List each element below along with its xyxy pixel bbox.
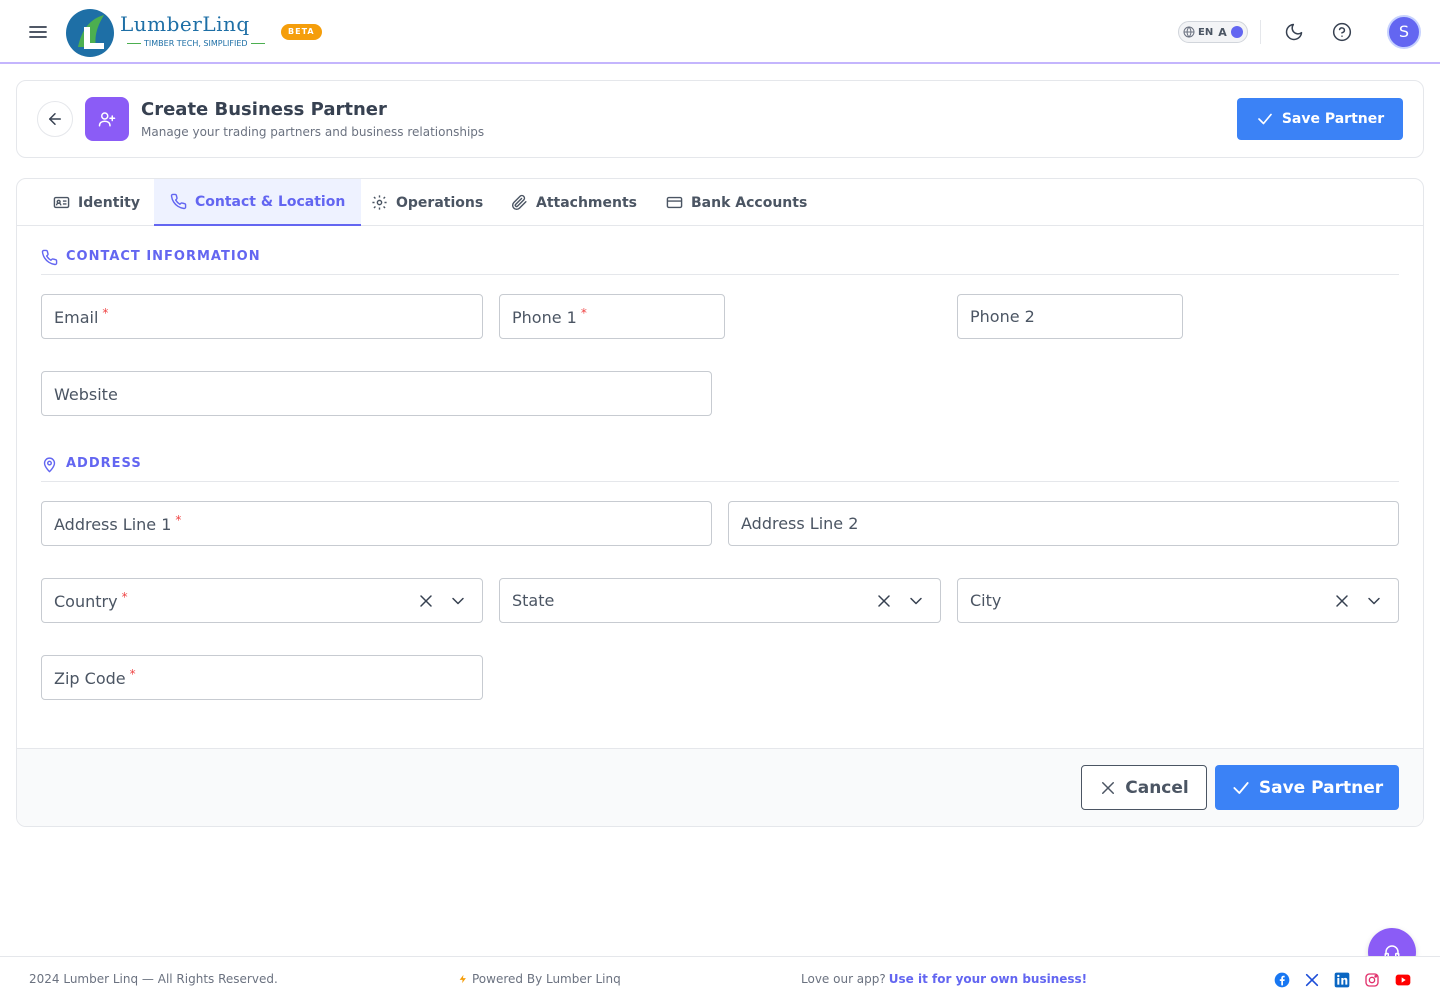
brand-name: LumberLinq [120, 12, 250, 36]
moon-icon[interactable] [1281, 19, 1307, 45]
help-icon[interactable] [1329, 19, 1355, 45]
field-label: Zip Code * [54, 667, 136, 688]
tab-operations[interactable]: Operations [355, 179, 499, 226]
id-card-icon [53, 196, 70, 209]
chevron-down-icon[interactable] [1364, 591, 1384, 611]
page-footer: 2024 Lumber Linq — All Rights Reserved. … [0, 956, 1440, 1000]
tab-label: Attachments [536, 194, 638, 211]
x-icon[interactable] [1304, 972, 1320, 988]
field-label: Phone 1 * [512, 306, 587, 327]
required-mark: * [175, 513, 182, 527]
address-section-header: ADDRESS [41, 456, 1399, 482]
instagram-icon[interactable] [1364, 972, 1380, 988]
website-field[interactable]: Website [41, 371, 712, 416]
phone-icon [170, 193, 187, 210]
map-pin-icon [43, 457, 56, 473]
tab-label: Operations [396, 194, 484, 211]
partner-form: Identity Contact & Location Operations A… [16, 178, 1424, 827]
language-code: EN [1198, 26, 1214, 38]
tab-contact-location[interactable]: Contact & Location [154, 179, 362, 226]
gear-icon [372, 195, 387, 210]
check-icon [1233, 781, 1249, 794]
field-label: Website [54, 385, 118, 404]
chevron-down-icon[interactable] [906, 591, 926, 611]
promo: Love our app? Use it for your own busines… [801, 972, 1087, 986]
brand-tagline: TIMBER TECH, SIMPLIFIED [124, 39, 268, 48]
field-label: State [512, 591, 555, 610]
close-icon[interactable] [416, 591, 436, 611]
form-actions: Cancel Save Partner [17, 748, 1423, 826]
field-label: Email * [54, 306, 109, 327]
check-icon [1258, 113, 1272, 125]
toggle-knob [1231, 26, 1243, 38]
tab-bar: Identity Contact & Location Operations A… [17, 179, 1423, 226]
top-navbar: LumberLinq TIMBER TECH, SIMPLIFIED BETA … [0, 0, 1440, 64]
required-mark: * [129, 667, 136, 681]
field-label: City [970, 591, 1002, 610]
powered-by: Powered By Lumber Linq [458, 972, 621, 986]
paperclip-icon [511, 194, 527, 211]
powered-by-text: Powered By Lumber Linq [472, 972, 621, 986]
page-title: Create Business Partner [141, 99, 387, 120]
contact-section-header: CONTACT INFORMATION [41, 249, 1399, 275]
beta-badge: BETA [281, 24, 322, 40]
language-alt: A [1218, 25, 1227, 39]
close-icon [1102, 781, 1115, 794]
arrow-left-icon [49, 113, 61, 125]
tab-attachments[interactable]: Attachments [495, 179, 653, 226]
linkedin-icon[interactable] [1334, 972, 1350, 988]
field-label: Phone 2 [970, 307, 1035, 326]
menu-icon[interactable] [26, 20, 50, 44]
required-mark: * [102, 306, 109, 320]
page-header: Create Business Partner Manage your trad… [16, 80, 1424, 158]
cancel-button[interactable]: Cancel [1081, 765, 1207, 810]
logo-mark-icon [64, 7, 116, 59]
tab-identity[interactable]: Identity [37, 179, 156, 226]
save-partner-button[interactable]: Save Partner [1215, 765, 1399, 810]
tab-label: Bank Accounts [691, 194, 808, 211]
globe-icon [1183, 26, 1195, 38]
address-line1-field[interactable]: Address Line 1 * [41, 501, 712, 546]
promo-text: Love our app? [801, 972, 886, 986]
header-save-button[interactable]: Save Partner [1237, 98, 1403, 140]
required-mark: * [580, 306, 587, 320]
save-label: Save Partner [1281, 111, 1385, 127]
close-icon[interactable] [1332, 591, 1352, 611]
tab-label: Identity [78, 194, 141, 211]
user-plus-icon [85, 97, 129, 141]
chevron-down-icon[interactable] [448, 591, 468, 611]
copyright-text: 2024 Lumber Linq — All Rights Reserved. [29, 972, 278, 986]
language-toggle[interactable]: EN A [1178, 21, 1248, 43]
cancel-label: Cancel [1125, 777, 1189, 798]
brand-logo[interactable]: LumberLinq TIMBER TECH, SIMPLIFIED [64, 5, 274, 59]
close-icon[interactable] [874, 591, 894, 611]
save-label: Save Partner [1258, 777, 1384, 798]
page-subtitle: Manage your trading partners and busines… [141, 125, 485, 139]
divider [1260, 20, 1261, 44]
state-select[interactable]: State [499, 578, 941, 623]
country-select[interactable]: Country * [41, 578, 483, 623]
phone1-field[interactable]: Phone 1 * [499, 294, 725, 339]
field-label: Address Line 1 * [54, 513, 182, 534]
lightning-icon [459, 974, 466, 984]
back-button[interactable] [37, 101, 73, 137]
facebook-icon[interactable] [1274, 972, 1290, 988]
promo-link[interactable]: Use it for your own business! [889, 972, 1087, 986]
required-mark: * [121, 590, 128, 604]
email-field[interactable]: Email * [41, 294, 483, 339]
zip-code-field[interactable]: Zip Code * [41, 655, 483, 700]
phone2-field[interactable]: Phone 2 [957, 294, 1183, 339]
field-label: Country * [54, 590, 128, 611]
address-line2-field[interactable]: Address Line 2 [728, 501, 1399, 546]
tab-bank-accounts[interactable]: Bank Accounts [650, 179, 823, 226]
phone-icon [41, 249, 58, 266]
tab-label: Contact & Location [195, 193, 346, 210]
field-label: Address Line 2 [741, 514, 859, 533]
youtube-icon[interactable] [1395, 972, 1411, 988]
section-title: CONTACT INFORMATION [66, 249, 261, 264]
user-avatar[interactable]: S [1387, 15, 1421, 49]
credit-card-icon [666, 196, 683, 209]
section-title: ADDRESS [66, 456, 142, 471]
city-select[interactable]: City [957, 578, 1399, 623]
